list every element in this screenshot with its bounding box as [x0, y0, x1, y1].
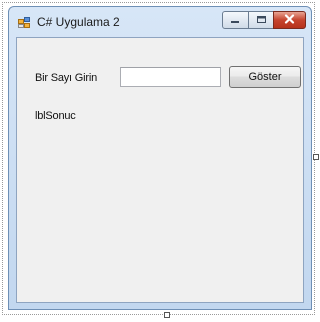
window-title: C# Uygulama 2	[37, 15, 120, 29]
form-window: C# Uygulama 2 Bir Sayı Girin Göster lblS…	[8, 6, 312, 310]
form-client-area: Bir Sayı Girin Göster lblSonuc	[16, 37, 304, 303]
maximize-button[interactable]	[248, 11, 274, 29]
resize-handle-bottom[interactable]	[164, 312, 170, 318]
minimize-icon	[230, 11, 241, 29]
close-button[interactable]	[273, 11, 306, 29]
maximize-icon	[256, 11, 267, 29]
number-input[interactable]	[120, 67, 221, 87]
caption-buttons	[222, 11, 306, 29]
close-icon	[284, 11, 295, 29]
winforms-form-icon	[18, 16, 31, 28]
minimize-button[interactable]	[222, 11, 249, 29]
result-label: lblSonuc	[35, 110, 76, 122]
designer-surface: C# Uygulama 2 Bir Sayı Girin Göster lblS…	[0, 0, 319, 322]
title-bar[interactable]: C# Uygulama 2	[9, 7, 311, 37]
resize-handle-right[interactable]	[313, 154, 319, 160]
number-prompt-label: Bir Sayı Girin	[35, 72, 97, 84]
show-button[interactable]: Göster	[229, 66, 301, 88]
